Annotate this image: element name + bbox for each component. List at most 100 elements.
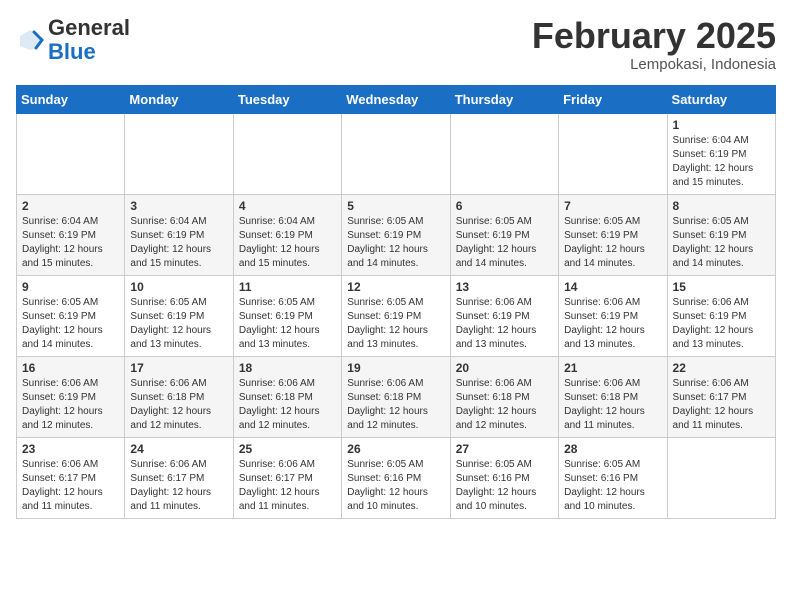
- calendar-cell: 18 Sunrise: 6:06 AMSunset: 6:18 PMDayligh…: [233, 356, 341, 437]
- day-number: 17: [130, 361, 227, 375]
- weekday-header: Tuesday: [233, 85, 341, 113]
- calendar-cell: 6 Sunrise: 6:05 AMSunset: 6:19 PMDaylight…: [450, 194, 558, 275]
- day-info: Sunrise: 6:04 AMSunset: 6:19 PMDaylight:…: [239, 215, 336, 271]
- calendar-cell: 26 Sunrise: 6:05 AMSunset: 6:16 PMDayligh…: [342, 437, 450, 518]
- day-info: Sunrise: 6:05 AMSunset: 6:16 PMDaylight:…: [564, 458, 661, 514]
- calendar-cell: 21 Sunrise: 6:06 AMSunset: 6:18 PMDayligh…: [559, 356, 667, 437]
- day-info: Sunrise: 6:05 AMSunset: 6:19 PMDaylight:…: [673, 215, 770, 271]
- day-info: Sunrise: 6:06 AMSunset: 6:18 PMDaylight:…: [564, 377, 661, 433]
- month-title: February 2025: [532, 16, 776, 56]
- day-number: 22: [673, 361, 770, 375]
- day-number: 5: [347, 199, 444, 213]
- day-info: Sunrise: 6:06 AMSunset: 6:17 PMDaylight:…: [673, 377, 770, 433]
- calendar-cell: 7 Sunrise: 6:05 AMSunset: 6:19 PMDaylight…: [559, 194, 667, 275]
- day-number: 26: [347, 442, 444, 456]
- page-header: General Blue February 2025 Lempokasi, In…: [16, 16, 776, 73]
- day-number: 23: [22, 442, 119, 456]
- calendar-cell: 13 Sunrise: 6:06 AMSunset: 6:19 PMDayligh…: [450, 275, 558, 356]
- calendar-cell: 16 Sunrise: 6:06 AMSunset: 6:19 PMDayligh…: [17, 356, 125, 437]
- calendar-cell: 12 Sunrise: 6:05 AMSunset: 6:19 PMDayligh…: [342, 275, 450, 356]
- day-info: Sunrise: 6:06 AMSunset: 6:19 PMDaylight:…: [564, 296, 661, 352]
- day-number: 2: [22, 199, 119, 213]
- day-info: Sunrise: 6:06 AMSunset: 6:18 PMDaylight:…: [347, 377, 444, 433]
- day-number: 21: [564, 361, 661, 375]
- calendar-week-row: 16 Sunrise: 6:06 AMSunset: 6:19 PMDayligh…: [17, 356, 776, 437]
- weekday-header: Friday: [559, 85, 667, 113]
- day-number: 16: [22, 361, 119, 375]
- day-info: Sunrise: 6:05 AMSunset: 6:19 PMDaylight:…: [22, 296, 119, 352]
- day-info: Sunrise: 6:06 AMSunset: 6:17 PMDaylight:…: [22, 458, 119, 514]
- calendar-cell: 10 Sunrise: 6:05 AMSunset: 6:19 PMDayligh…: [125, 275, 233, 356]
- day-number: 6: [456, 199, 553, 213]
- day-number: 11: [239, 280, 336, 294]
- day-info: Sunrise: 6:05 AMSunset: 6:19 PMDaylight:…: [130, 296, 227, 352]
- day-info: Sunrise: 6:05 AMSunset: 6:16 PMDaylight:…: [347, 458, 444, 514]
- logo-blue-text: Blue: [48, 39, 96, 64]
- day-info: Sunrise: 6:05 AMSunset: 6:19 PMDaylight:…: [564, 215, 661, 271]
- day-info: Sunrise: 6:06 AMSunset: 6:18 PMDaylight:…: [130, 377, 227, 433]
- calendar-cell: 9 Sunrise: 6:05 AMSunset: 6:19 PMDaylight…: [17, 275, 125, 356]
- calendar-cell: 15 Sunrise: 6:06 AMSunset: 6:19 PMDayligh…: [667, 275, 775, 356]
- calendar-cell: [17, 113, 125, 194]
- calendar-week-row: 23 Sunrise: 6:06 AMSunset: 6:17 PMDayligh…: [17, 437, 776, 518]
- day-number: 7: [564, 199, 661, 213]
- calendar-week-row: 2 Sunrise: 6:04 AMSunset: 6:19 PMDaylight…: [17, 194, 776, 275]
- day-number: 27: [456, 442, 553, 456]
- day-info: Sunrise: 6:05 AMSunset: 6:16 PMDaylight:…: [456, 458, 553, 514]
- logo: General Blue: [16, 16, 130, 64]
- day-number: 13: [456, 280, 553, 294]
- day-number: 18: [239, 361, 336, 375]
- calendar-cell: 27 Sunrise: 6:05 AMSunset: 6:16 PMDayligh…: [450, 437, 558, 518]
- day-number: 4: [239, 199, 336, 213]
- calendar-cell: 22 Sunrise: 6:06 AMSunset: 6:17 PMDayligh…: [667, 356, 775, 437]
- day-info: Sunrise: 6:04 AMSunset: 6:19 PMDaylight:…: [130, 215, 227, 271]
- calendar-cell: [125, 113, 233, 194]
- calendar-cell: 3 Sunrise: 6:04 AMSunset: 6:19 PMDaylight…: [125, 194, 233, 275]
- title-block: February 2025 Lempokasi, Indonesia: [532, 16, 776, 73]
- weekday-header: Saturday: [667, 85, 775, 113]
- logo-icon: [16, 26, 44, 54]
- day-number: 28: [564, 442, 661, 456]
- day-number: 25: [239, 442, 336, 456]
- calendar-cell: 8Sunrise: 6:05 AMSunset: 6:19 PMDaylight…: [667, 194, 775, 275]
- day-info: Sunrise: 6:06 AMSunset: 6:18 PMDaylight:…: [456, 377, 553, 433]
- calendar-week-row: 1Sunrise: 6:04 AMSunset: 6:19 PMDaylight…: [17, 113, 776, 194]
- day-info: Sunrise: 6:04 AMSunset: 6:19 PMDaylight:…: [673, 134, 770, 190]
- day-number: 3: [130, 199, 227, 213]
- weekday-header: Sunday: [17, 85, 125, 113]
- day-info: Sunrise: 6:06 AMSunset: 6:18 PMDaylight:…: [239, 377, 336, 433]
- day-number: 9: [22, 280, 119, 294]
- calendar-cell: 4 Sunrise: 6:04 AMSunset: 6:19 PMDaylight…: [233, 194, 341, 275]
- calendar-cell: 25 Sunrise: 6:06 AMSunset: 6:17 PMDayligh…: [233, 437, 341, 518]
- calendar-cell: 24Sunrise: 6:06 AMSunset: 6:17 PMDayligh…: [125, 437, 233, 518]
- day-number: 20: [456, 361, 553, 375]
- weekday-header: Wednesday: [342, 85, 450, 113]
- calendar-cell: 2 Sunrise: 6:04 AMSunset: 6:19 PMDaylight…: [17, 194, 125, 275]
- calendar-cell: [342, 113, 450, 194]
- day-info: Sunrise: 6:06 AMSunset: 6:17 PMDaylight:…: [239, 458, 336, 514]
- day-info: Sunrise: 6:05 AMSunset: 6:19 PMDaylight:…: [456, 215, 553, 271]
- day-number: 10: [130, 280, 227, 294]
- day-info: Sunrise: 6:05 AMSunset: 6:19 PMDaylight:…: [347, 215, 444, 271]
- calendar-table: SundayMondayTuesdayWednesdayThursdayFrid…: [16, 85, 776, 519]
- weekday-header: Monday: [125, 85, 233, 113]
- day-info: Sunrise: 6:06 AMSunset: 6:19 PMDaylight:…: [673, 296, 770, 352]
- calendar-cell: 17 Sunrise: 6:06 AMSunset: 6:18 PMDayligh…: [125, 356, 233, 437]
- day-info: Sunrise: 6:06 AMSunset: 6:19 PMDaylight:…: [22, 377, 119, 433]
- day-info: Sunrise: 6:05 AMSunset: 6:19 PMDaylight:…: [347, 296, 444, 352]
- day-number: 12: [347, 280, 444, 294]
- location: Lempokasi, Indonesia: [532, 56, 776, 73]
- calendar-cell: 14Sunrise: 6:06 AMSunset: 6:19 PMDayligh…: [559, 275, 667, 356]
- weekday-header: Thursday: [450, 85, 558, 113]
- logo-general-text: General: [48, 15, 130, 40]
- calendar-cell: [667, 437, 775, 518]
- day-info: Sunrise: 6:06 AMSunset: 6:19 PMDaylight:…: [456, 296, 553, 352]
- weekday-header-row: SundayMondayTuesdayWednesdayThursdayFrid…: [17, 85, 776, 113]
- calendar-cell: 11Sunrise: 6:05 AMSunset: 6:19 PMDayligh…: [233, 275, 341, 356]
- calendar-cell: 19 Sunrise: 6:06 AMSunset: 6:18 PMDayligh…: [342, 356, 450, 437]
- day-number: 19: [347, 361, 444, 375]
- calendar-cell: 5 Sunrise: 6:05 AMSunset: 6:19 PMDaylight…: [342, 194, 450, 275]
- day-number: 15: [673, 280, 770, 294]
- day-info: Sunrise: 6:04 AMSunset: 6:19 PMDaylight:…: [22, 215, 119, 271]
- calendar-cell: 23 Sunrise: 6:06 AMSunset: 6:17 PMDayligh…: [17, 437, 125, 518]
